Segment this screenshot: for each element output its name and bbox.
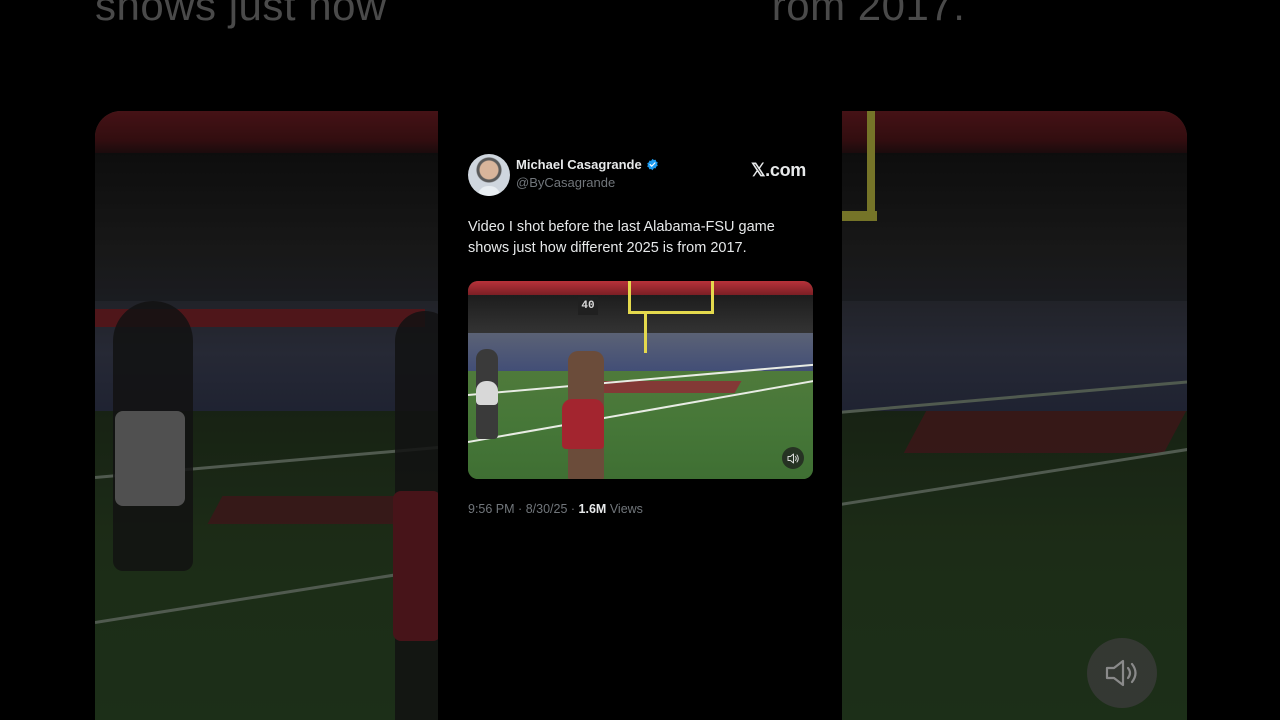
video-player-background-shorts	[476, 381, 498, 405]
source-brand: 𝕏.com	[750, 160, 806, 180]
video-scoreboard: 40	[578, 297, 598, 315]
video-goal-crossbar	[628, 311, 714, 314]
video-goal-base	[644, 313, 647, 353]
video-stands	[468, 281, 813, 295]
verified-badge-icon	[646, 158, 658, 171]
author-name-row: Michael Casagrande	[516, 157, 659, 172]
tweet-card: Michael Casagrande @ByCasagrande 𝕏.com V…	[438, 111, 842, 720]
background-caption-right: rom 2017.	[771, 0, 966, 29]
tweet-header: Michael Casagrande @ByCasagrande 𝕏.com	[468, 154, 806, 196]
views-count: 1.6M	[578, 502, 607, 516]
author-name[interactable]: Michael Casagrande	[516, 157, 642, 172]
tweet-time[interactable]: 9:56 PM	[468, 502, 515, 516]
video-sound-button[interactable]	[782, 447, 804, 469]
video-goal-post-right	[711, 281, 714, 313]
background-caption-left: shows just how	[95, 0, 387, 29]
views-label: Views	[609, 502, 643, 516]
speaker-icon	[1105, 659, 1137, 687]
tweet-text: Video I shot before the last Alabama-FSU…	[468, 219, 775, 256]
video-player-main-shorts	[562, 399, 604, 449]
avatar[interactable]	[468, 154, 510, 196]
author-handle[interactable]: @ByCasagrande	[516, 175, 615, 190]
tweet-date[interactable]: 8/30/25	[526, 502, 568, 516]
meta-separator: ·	[570, 502, 579, 516]
tweet-video[interactable]: 40	[468, 281, 813, 479]
background-volume-button[interactable]	[1087, 638, 1157, 708]
speaker-icon	[787, 453, 799, 463]
tweet-meta: 9:56 PM · 8/30/25 · 1.6M Views	[468, 502, 643, 516]
video-goal-post-left	[628, 281, 631, 313]
background-caption: shows just how rom 2017.	[95, 0, 1095, 30]
meta-separator: ·	[518, 502, 526, 516]
